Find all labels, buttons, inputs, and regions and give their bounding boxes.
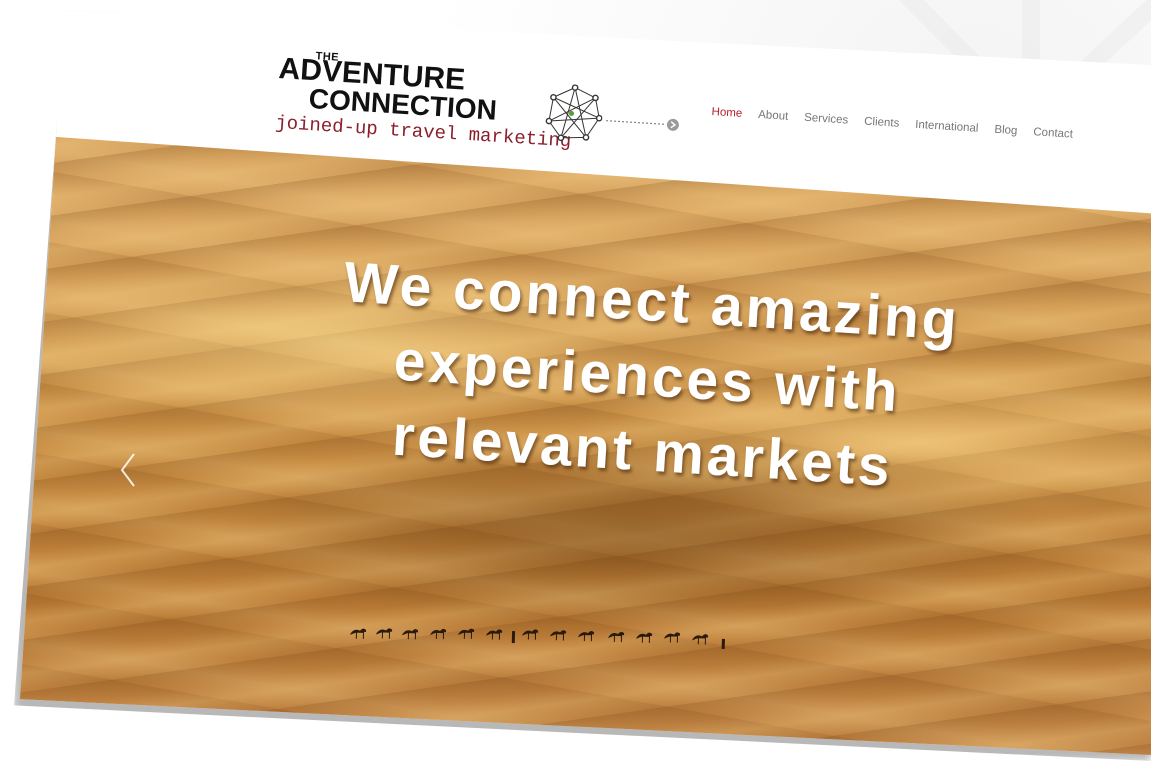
chevron-left-icon[interactable] xyxy=(116,450,140,490)
hero-headline: We connect amazing experiences with rele… xyxy=(281,242,1014,512)
nav-blog[interactable]: Blog xyxy=(994,124,1018,137)
nav-about[interactable]: About xyxy=(758,109,789,123)
nav-clients[interactable]: Clients xyxy=(864,116,900,130)
camel-caravan-image xyxy=(349,628,725,649)
screenshot-stage: THE ADVENTURE CONNECTION joined-up trave… xyxy=(0,0,1151,768)
website-page: THE ADVENTURE CONNECTION joined-up trave… xyxy=(20,10,1151,755)
nav-contact[interactable]: Contact xyxy=(1033,126,1073,140)
network-icon xyxy=(545,84,603,142)
nav-home[interactable]: Home xyxy=(711,106,742,120)
